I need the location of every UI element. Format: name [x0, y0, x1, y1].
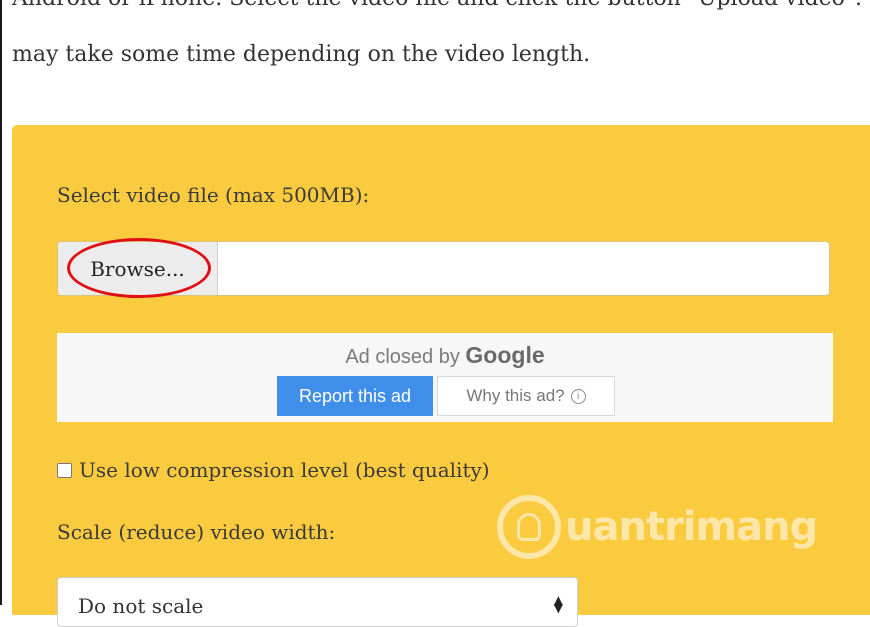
- google-brand: Google: [465, 342, 545, 368]
- file-input-label: Select video file (max 500MB):: [57, 183, 370, 207]
- why-this-ad-button[interactable]: Why this ad? i: [437, 376, 615, 416]
- scale-select[interactable]: Do not scale ▲ ▼: [57, 577, 578, 627]
- bulb-icon: [517, 513, 541, 541]
- intro-text: may take some time depending on the vide…: [12, 42, 591, 67]
- browse-button[interactable]: Browse...: [58, 242, 218, 295]
- lightbulb-logo-icon: [497, 495, 561, 559]
- scale-width-label: Scale (reduce) video width:: [57, 520, 336, 544]
- scale-select-value: Do not scale: [78, 594, 204, 618]
- why-this-ad-label: Why this ad?: [466, 386, 565, 405]
- info-icon: i: [570, 388, 586, 404]
- low-compression-checkbox[interactable]: [57, 462, 72, 478]
- ad-closed-text: Ad closed by Google: [57, 342, 833, 369]
- ad-closed-box: Ad closed by Google Report this ad Why t…: [57, 333, 833, 422]
- ad-closed-label: Ad closed by: [345, 346, 460, 368]
- low-compression-option[interactable]: Use low compression level (best quality): [57, 458, 490, 482]
- intro-text-clipped: Android or iPhone. Select the video file…: [12, 0, 870, 11]
- left-border: [0, 0, 2, 605]
- low-compression-label: Use low compression level (best quality): [79, 458, 490, 482]
- watermark-text: uantrimang: [565, 504, 818, 550]
- select-arrows-icon: ▲ ▼: [553, 593, 563, 615]
- video-file-input[interactable]: Browse...: [57, 241, 830, 296]
- file-name-field[interactable]: [218, 242, 829, 295]
- report-ad-button[interactable]: Report this ad: [277, 376, 433, 416]
- quantrimang-watermark: uantrimang: [497, 495, 818, 559]
